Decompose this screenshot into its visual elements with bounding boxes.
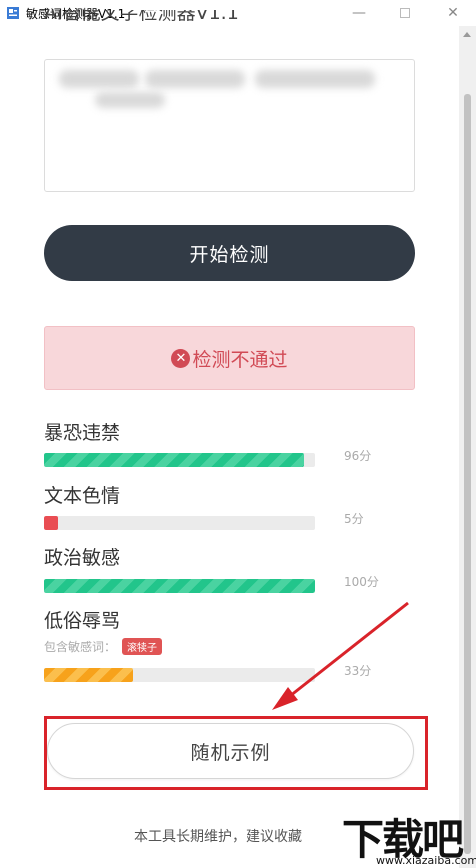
close-icon: ✕ (447, 5, 459, 21)
score-bar (44, 668, 315, 682)
text-input-area[interactable] (44, 59, 415, 192)
sensitive-words-row: 包含敏感词： 滚犊子 (44, 638, 163, 655)
blurred-text (255, 70, 375, 88)
contains-label: 包含敏感词： (44, 640, 117, 654)
category-label: 暴恐违禁 (44, 422, 121, 444)
watermark-url: www.xiazaiba.com (376, 854, 476, 867)
close-button[interactable]: ✕ (430, 0, 476, 26)
score-value: 5分 (344, 512, 364, 526)
page-heading: AI智能文字检测器V1.1 (44, 10, 239, 24)
alert-text: 检测不通过 (192, 348, 288, 371)
app-window: 敏感词检测器V1.1 — ✕ AI智能文字检测器V1.1 开始检测 ✕ 检测不通… (0, 0, 476, 868)
score-bar-fill (44, 453, 305, 467)
maximize-icon (400, 8, 410, 18)
detection-failed-alert: ✕ 检测不通过 (44, 326, 415, 390)
sensitive-word-tag: 滚犊子 (122, 638, 163, 655)
scrollbar-thumb[interactable] (464, 94, 471, 854)
category-label: 低俗辱骂 (44, 610, 121, 632)
blurred-text (145, 70, 245, 88)
random-example-button[interactable]: 随机示例 (47, 723, 414, 779)
score-value: 33分 (344, 664, 372, 678)
minimize-icon: — (352, 5, 366, 21)
score-value: 96分 (344, 449, 372, 463)
score-bar-fill (44, 668, 134, 682)
category-label: 政治敏感 (44, 547, 121, 569)
vertical-scrollbar[interactable] (459, 26, 476, 868)
scroll-up-icon[interactable] (463, 32, 471, 37)
blurred-text (95, 92, 165, 108)
category-label: 文本色情 (44, 485, 121, 507)
score-bar-fill (44, 516, 58, 530)
app-icon (7, 7, 19, 19)
score-bar-fill (44, 579, 315, 593)
maximize-button[interactable] (382, 0, 428, 26)
error-icon: ✕ (171, 348, 191, 368)
blurred-text (59, 70, 139, 88)
score-bar (44, 516, 315, 530)
score-bar (44, 453, 315, 467)
footer-text: 本工具长期维护，建议收藏 (134, 829, 302, 845)
start-detection-button[interactable]: 开始检测 (44, 225, 415, 281)
score-value: 100分 (344, 575, 379, 589)
watermark-logo: 下载吧 www.xiazaiba.com (340, 806, 476, 868)
minimize-button[interactable]: — (336, 0, 382, 26)
score-bar (44, 579, 315, 593)
